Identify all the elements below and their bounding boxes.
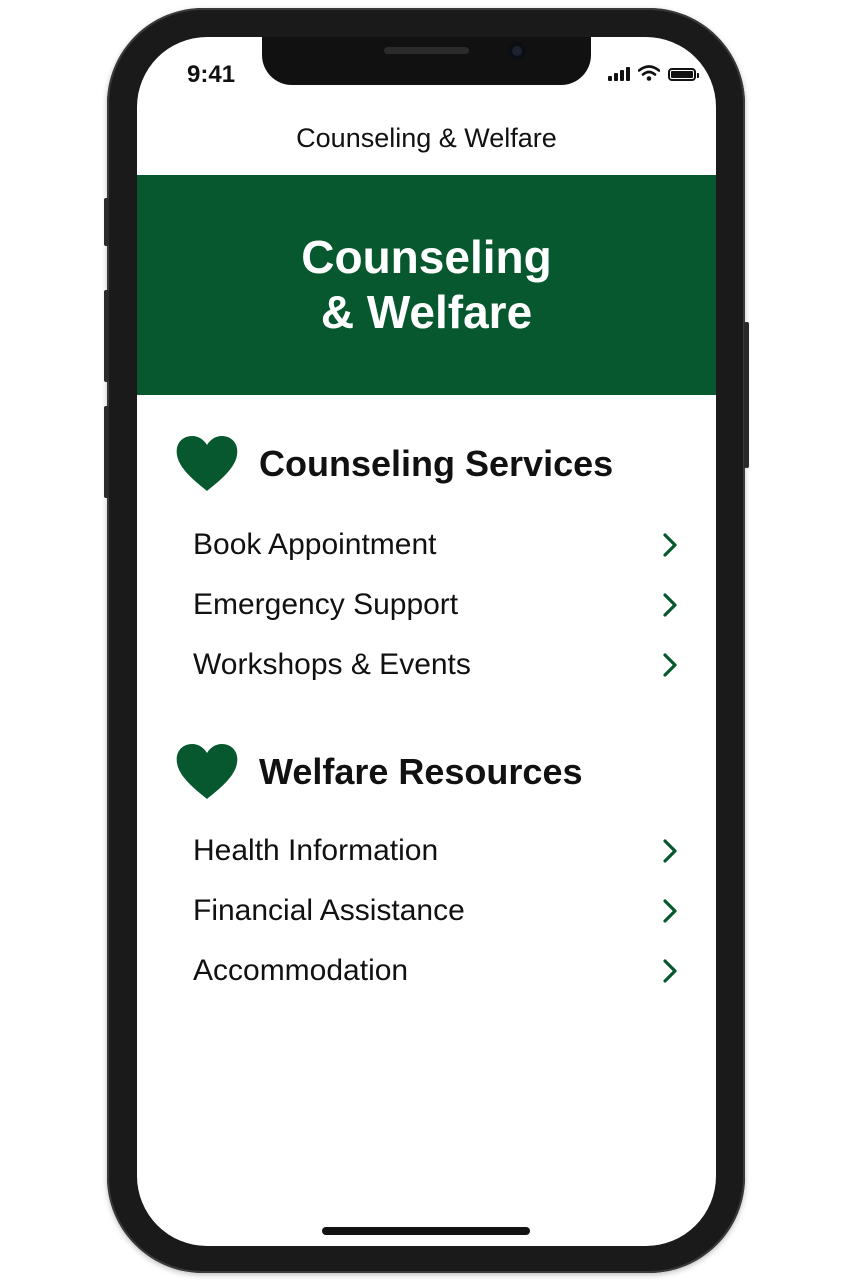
menu-item-health-information[interactable]: Health Information bbox=[193, 827, 679, 875]
nav-title: Counseling & Welfare bbox=[296, 123, 557, 153]
chevron-right-icon bbox=[663, 593, 677, 617]
status-icons bbox=[608, 65, 699, 81]
chevron-right-icon bbox=[663, 899, 677, 923]
chevron-right-icon bbox=[663, 533, 677, 557]
menu-item-label: Book Appointment bbox=[193, 528, 437, 561]
menu-item-emergency-support[interactable]: Emergency Support bbox=[193, 581, 679, 629]
menu-item-financial-assistance[interactable]: Financial Assistance bbox=[193, 887, 679, 935]
volume-up-button bbox=[104, 290, 109, 382]
section-header-welfare-resources: Welfare Resources bbox=[175, 743, 583, 801]
wifi-icon bbox=[638, 65, 660, 81]
heart-icon bbox=[176, 744, 238, 799]
hero-banner: Counseling & Welfare bbox=[137, 175, 716, 395]
front-camera bbox=[508, 42, 526, 60]
screen: 9:41 Counseling & Welfare Counseling & W… bbox=[137, 37, 716, 1246]
menu-item-label: Health Information bbox=[193, 834, 439, 867]
section-title: Counseling Services bbox=[259, 443, 614, 484]
menu-item-accommodation[interactable]: Accommodation bbox=[193, 947, 679, 995]
power-button bbox=[744, 322, 749, 468]
volume-down-button bbox=[104, 406, 109, 498]
menu-item-workshops-events[interactable]: Workshops & Events bbox=[193, 641, 679, 689]
notch bbox=[262, 37, 591, 85]
status-time: 9:41 bbox=[187, 61, 236, 88]
hero-title: Counseling & Welfare bbox=[301, 231, 552, 338]
cellular-signal-icon bbox=[608, 67, 630, 81]
earpiece-speaker bbox=[384, 47, 469, 54]
chevron-right-icon bbox=[663, 653, 677, 677]
menu-item-label: Emergency Support bbox=[193, 588, 459, 621]
menu-item-label: Financial Assistance bbox=[193, 894, 465, 927]
menu-item-book-appointment[interactable]: Book Appointment bbox=[193, 521, 679, 569]
menu-item-label: Accommodation bbox=[193, 954, 409, 987]
menu-item-label: Workshops & Events bbox=[193, 648, 471, 681]
home-indicator[interactable] bbox=[322, 1227, 530, 1235]
chevron-right-icon bbox=[663, 839, 677, 863]
chevron-right-icon bbox=[663, 959, 677, 983]
battery-icon bbox=[668, 68, 699, 81]
section-title: Welfare Resources bbox=[259, 751, 583, 792]
mute-switch bbox=[104, 198, 109, 246]
section-header-counseling-services: Counseling Services bbox=[175, 435, 613, 493]
heart-icon bbox=[176, 436, 238, 491]
